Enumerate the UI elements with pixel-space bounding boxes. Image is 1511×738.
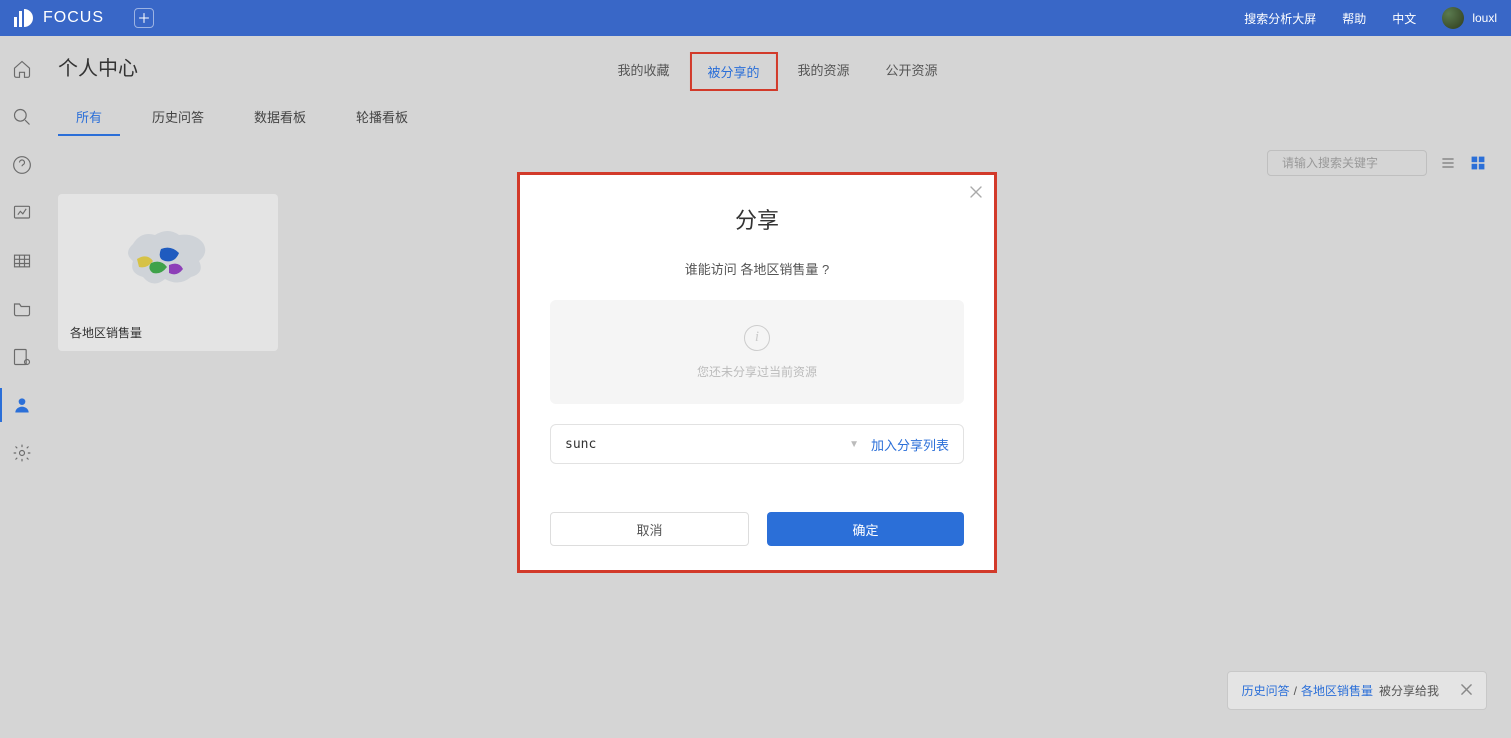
sidebar-item-home[interactable] — [0, 52, 44, 86]
search-input[interactable] — [1282, 156, 1437, 170]
toast-link-history[interactable]: 历史问答 — [1242, 682, 1290, 699]
modal-subtitle: 谁能访问 各地区销售量 ? — [550, 259, 964, 278]
list-view-button[interactable] — [1439, 154, 1457, 172]
card-thumbnail — [68, 204, 268, 314]
toast-close-button[interactable] — [1461, 683, 1472, 698]
username: louxl — [1472, 11, 1497, 25]
share-modal: 分享 谁能访问 各地区销售量 ? i 您还未分享过当前资源 ▼ 加入分享列表 取… — [520, 175, 994, 570]
toast-link-item[interactable]: 各地区销售量 — [1301, 682, 1373, 699]
avatar-icon — [1442, 7, 1464, 29]
user-menu[interactable]: louxl — [1442, 7, 1497, 29]
tab-public[interactable]: 公开资源 — [870, 52, 954, 91]
table-icon — [12, 251, 32, 271]
china-map-icon — [113, 219, 223, 299]
empty-share-box: i 您还未分享过当前资源 — [550, 300, 964, 404]
tab-shared-to-me[interactable]: 被分享的 — [689, 52, 777, 91]
logo[interactable]: FOCUS — [14, 9, 104, 27]
subtab-all[interactable]: 所有 — [58, 99, 120, 136]
sidebar-item-search[interactable] — [0, 100, 44, 134]
sidebar-item-chart[interactable] — [0, 196, 44, 230]
sub-tabs: 所有 历史问答 数据看板 轮播看板 — [44, 99, 1511, 136]
close-icon — [970, 186, 982, 198]
toast-suffix: 被分享给我 — [1379, 682, 1439, 699]
modal-close-button[interactable] — [970, 185, 982, 201]
modal-q-prefix: 谁能访问 — [685, 262, 741, 277]
modal-title: 分享 — [550, 203, 964, 235]
list-icon — [1440, 155, 1456, 171]
close-icon — [1461, 684, 1472, 695]
sidebar — [0, 36, 44, 738]
tab-my-resources[interactable]: 我的资源 — [782, 52, 866, 91]
share-input-row: ▼ 加入分享列表 — [550, 424, 964, 464]
header-link-help[interactable]: 帮助 — [1342, 10, 1366, 27]
info-icon: i — [744, 325, 770, 351]
subtab-dashboard[interactable]: 数据看板 — [236, 99, 324, 136]
logo-icon — [14, 9, 33, 27]
card-title: 各地区销售量 — [68, 324, 268, 341]
search-box[interactable] — [1267, 150, 1427, 176]
sidebar-item-user[interactable] — [0, 388, 44, 422]
home-icon — [12, 59, 32, 79]
sidebar-item-help[interactable] — [0, 148, 44, 182]
sidebar-item-folder[interactable] — [0, 292, 44, 326]
modal-buttons: 取消 确定 — [550, 512, 964, 546]
toast-sep: / — [1294, 684, 1297, 698]
header-link-lang[interactable]: 中文 — [1392, 10, 1416, 27]
add-to-share-link[interactable]: 加入分享列表 — [871, 435, 949, 454]
modal-q-suffix: ? — [818, 262, 829, 277]
config-icon — [12, 347, 32, 367]
logo-text: FOCUS — [43, 9, 104, 27]
ok-button[interactable]: 确定 — [767, 512, 964, 546]
sidebar-item-settings[interactable] — [0, 436, 44, 470]
user-icon — [12, 395, 32, 415]
grid-icon — [1470, 155, 1486, 171]
subtab-history[interactable]: 历史问答 — [134, 99, 222, 136]
dropdown-caret-icon[interactable]: ▼ — [849, 439, 859, 450]
search-icon — [12, 107, 32, 127]
resource-card[interactable]: 各地区销售量 — [58, 194, 278, 351]
notification-toast: 历史问答 / 各地区销售量 被分享给我 — [1227, 671, 1487, 710]
header-right: 搜索分析大屏 帮助 中文 louxl — [1244, 7, 1497, 29]
empty-text: 您还未分享过当前资源 — [697, 363, 817, 380]
modal-q-item: 各地区销售量 — [740, 262, 818, 277]
center-tabs: 我的收藏 被分享的 我的资源 公开资源 — [601, 52, 953, 91]
question-icon — [12, 155, 32, 175]
tools-row — [44, 136, 1511, 176]
grid-view-button[interactable] — [1469, 154, 1487, 172]
share-modal-highlight: 分享 谁能访问 各地区销售量 ? i 您还未分享过当前资源 ▼ 加入分享列表 取… — [517, 172, 997, 573]
cancel-button[interactable]: 取消 — [550, 512, 749, 546]
top-header: FOCUS 搜索分析大屏 帮助 中文 louxl — [0, 0, 1511, 36]
sidebar-item-config[interactable] — [0, 340, 44, 374]
chart-icon — [12, 203, 32, 223]
plus-icon — [138, 12, 150, 24]
subtab-carousel[interactable]: 轮播看板 — [338, 99, 426, 136]
tab-favorites[interactable]: 我的收藏 — [601, 52, 685, 91]
sidebar-item-table[interactable] — [0, 244, 44, 278]
page-title: 个人中心 — [58, 52, 138, 81]
folder-icon — [12, 299, 32, 319]
gear-icon — [12, 443, 32, 463]
header-link-bigscreen[interactable]: 搜索分析大屏 — [1244, 10, 1316, 27]
share-user-input[interactable] — [565, 437, 849, 452]
add-button[interactable] — [134, 8, 154, 28]
